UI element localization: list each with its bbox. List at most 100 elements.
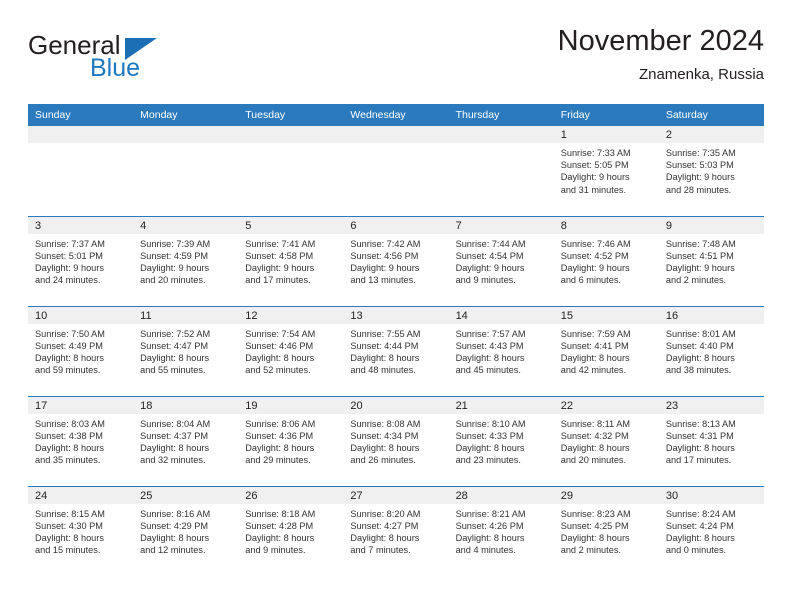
calendar-day-cell[interactable] <box>133 126 239 216</box>
daylight-text-line2: and 2 minutes. <box>665 275 727 286</box>
calendar-day-cell[interactable]: 13 Sunrise: 7:55 AM Sunset: 4:44 PM Dayligh… <box>343 305 449 396</box>
day-details: Sunrise: 8:21 AM Sunset: 4:26 PM Daylight:… <box>449 504 554 557</box>
calendar-day-cell[interactable]: 24 Sunrise: 8:15 AM Sunset: 4:30 PM Dayligh… <box>28 485 134 576</box>
calendar-day-cell[interactable]: 11 Sunrise: 7:52 AM Sunset: 4:47 PM Dayligh… <box>133 305 239 396</box>
daylight-text-line2: and 26 minutes. <box>350 455 416 466</box>
day-cell-inner <box>28 126 134 215</box>
daylight-text-line1: Daylight: 8 hours <box>665 532 735 543</box>
sunset-text: Sunset: 4:47 PM <box>140 340 209 351</box>
calendar-day-cell[interactable]: 1 Sunrise: 7:33 AM Sunset: 5:05 PM Daylight… <box>553 126 659 216</box>
calendar-day-cell[interactable]: 30 Sunrise: 8:24 AM Sunset: 4:24 PM Dayligh… <box>658 485 764 576</box>
calendar-day-cell[interactable]: 6 Sunrise: 7:42 AM Sunset: 4:56 PM Daylight… <box>343 215 449 306</box>
sunrise-text: Sunrise: 7:54 AM <box>245 328 316 339</box>
calendar-day-cell[interactable]: 29 Sunrise: 8:23 AM Sunset: 4:25 PM Dayligh… <box>553 485 659 576</box>
calendar-day-cell[interactable]: 2 Sunrise: 7:35 AM Sunset: 5:03 PM Daylight… <box>658 126 764 216</box>
sunset-text: Sunset: 5:05 PM <box>560 160 629 171</box>
calendar-day-cell[interactable]: 10 Sunrise: 7:50 AM Sunset: 4:49 PM Dayligh… <box>28 305 134 396</box>
calendar-day-cell[interactable] <box>28 126 134 216</box>
calendar-day-cell[interactable]: 3 Sunrise: 7:37 AM Sunset: 5:01 PM Daylight… <box>28 215 134 306</box>
daylight-text-line1: Daylight: 9 hours <box>560 172 630 183</box>
day-number: 20 <box>343 396 449 414</box>
weekday-header-thursday: Thursday <box>448 104 554 126</box>
day-number: 9 <box>658 216 764 234</box>
calendar-day-cell[interactable]: 12 Sunrise: 7:54 AM Sunset: 4:46 PM Dayligh… <box>238 305 344 396</box>
day-cell-inner: 13 Sunrise: 7:55 AM Sunset: 4:44 PM Dayligh… <box>343 306 449 396</box>
daylight-text-line2: and 13 minutes. <box>350 275 416 286</box>
general-blue-logo: General Blue <box>28 30 208 86</box>
calendar-day-cell[interactable]: 27 Sunrise: 8:20 AM Sunset: 4:27 PM Dayligh… <box>343 485 449 576</box>
calendar-day-cell[interactable]: 22 Sunrise: 8:11 AM Sunset: 4:32 PM Dayligh… <box>553 395 659 486</box>
sunrise-text: Sunrise: 8:24 AM <box>665 508 736 519</box>
calendar-day-cell[interactable]: 16 Sunrise: 8:01 AM Sunset: 4:40 PM Dayligh… <box>658 305 764 396</box>
sunset-text: Sunset: 4:56 PM <box>350 250 419 261</box>
day-details: Sunrise: 8:15 AM Sunset: 4:30 PM Daylight:… <box>28 504 133 557</box>
calendar-day-cell[interactable]: 18 Sunrise: 8:04 AM Sunset: 4:37 PM Dayligh… <box>133 395 239 486</box>
calendar-day-cell[interactable]: 9 Sunrise: 7:48 AM Sunset: 4:51 PM Daylight… <box>658 215 764 306</box>
daylight-text-line2: and 23 minutes. <box>455 455 521 466</box>
calendar-day-cell[interactable]: 20 Sunrise: 8:08 AM Sunset: 4:34 PM Dayligh… <box>343 395 449 486</box>
calendar-day-cell[interactable]: 7 Sunrise: 7:44 AM Sunset: 4:54 PM Daylight… <box>448 215 554 306</box>
sunrise-text: Sunrise: 7:48 AM <box>665 238 736 249</box>
calendar-day-cell[interactable]: 21 Sunrise: 8:10 AM Sunset: 4:33 PM Dayligh… <box>448 395 554 486</box>
day-details: Sunrise: 7:48 AM Sunset: 4:51 PM Daylight:… <box>659 234 764 287</box>
day-details: Sunrise: 7:35 AM Sunset: 5:03 PM Daylight:… <box>659 143 764 196</box>
daylight-text-line1: Daylight: 8 hours <box>350 532 420 543</box>
weekday-header-row: Sunday Monday Tuesday Wednesday Thursday… <box>28 104 764 126</box>
sunset-text: Sunset: 4:30 PM <box>35 520 103 531</box>
calendar-day-cell[interactable]: 17 Sunrise: 8:03 AM Sunset: 4:38 PM Dayligh… <box>28 395 134 486</box>
daylight-text-line2: and 2 minutes. <box>560 545 621 556</box>
weekday-header-monday: Monday <box>133 104 239 126</box>
calendar-day-cell[interactable] <box>448 126 554 216</box>
calendar-day-cell[interactable]: 14 Sunrise: 7:57 AM Sunset: 4:43 PM Dayligh… <box>448 305 554 396</box>
daylight-text-line1: Daylight: 9 hours <box>140 262 210 273</box>
daylight-text-line2: and 7 minutes. <box>350 545 411 556</box>
calendar-week-row: 24 Sunrise: 8:15 AM Sunset: 4:30 PM Dayligh… <box>28 485 764 576</box>
sunrise-text: Sunrise: 7:46 AM <box>560 238 631 249</box>
calendar-day-cell[interactable]: 19 Sunrise: 8:06 AM Sunset: 4:36 PM Dayligh… <box>238 395 344 486</box>
daylight-text-line1: Daylight: 8 hours <box>455 352 525 363</box>
sunrise-text: Sunrise: 7:33 AM <box>560 148 631 158</box>
daylight-text-line2: and 17 minutes. <box>665 455 732 466</box>
calendar-day-cell[interactable]: 23 Sunrise: 8:13 AM Sunset: 4:31 PM Dayligh… <box>658 395 764 486</box>
sunrise-text: Sunrise: 7:41 AM <box>245 238 316 249</box>
calendar-day-cell[interactable]: 5 Sunrise: 7:41 AM Sunset: 4:58 PM Daylight… <box>238 215 344 306</box>
calendar-day-cell[interactable]: 28 Sunrise: 8:21 AM Sunset: 4:26 PM Dayligh… <box>448 485 554 576</box>
day-cell-inner: 24 Sunrise: 8:15 AM Sunset: 4:30 PM Dayligh… <box>28 486 134 576</box>
day-number: 2 <box>658 126 764 143</box>
calendar-day-cell[interactable] <box>238 126 344 216</box>
day-details: Sunrise: 8:03 AM Sunset: 4:38 PM Daylight:… <box>28 414 133 467</box>
daylight-text-line2: and 6 minutes. <box>560 275 621 286</box>
daylight-text-line2: and 4 minutes. <box>455 545 516 556</box>
day-cell-inner: 16 Sunrise: 8:01 AM Sunset: 4:40 PM Dayligh… <box>658 306 764 396</box>
day-number: 19 <box>238 396 344 414</box>
day-cell-inner: 27 Sunrise: 8:20 AM Sunset: 4:27 PM Dayligh… <box>343 486 449 576</box>
calendar-day-cell[interactable]: 4 Sunrise: 7:39 AM Sunset: 4:59 PM Daylight… <box>133 215 239 306</box>
sunset-text: Sunset: 4:27 PM <box>350 520 419 531</box>
sunrise-text: Sunrise: 7:52 AM <box>140 328 211 339</box>
day-cell-inner: 30 Sunrise: 8:24 AM Sunset: 4:24 PM Dayligh… <box>658 486 764 576</box>
sunset-text: Sunset: 4:29 PM <box>140 520 209 531</box>
sunrise-text: Sunrise: 8:01 AM <box>665 328 736 339</box>
daylight-text-line1: Daylight: 8 hours <box>350 352 420 363</box>
sunrise-text: Sunrise: 7:42 AM <box>350 238 421 249</box>
day-details: Sunrise: 7:46 AM Sunset: 4:52 PM Daylight:… <box>554 234 659 287</box>
day-cell-inner <box>133 126 239 215</box>
calendar-day-cell[interactable]: 25 Sunrise: 8:16 AM Sunset: 4:29 PM Dayligh… <box>133 485 239 576</box>
daylight-text-line1: Daylight: 8 hours <box>560 532 630 543</box>
daylight-text-line1: Daylight: 9 hours <box>665 262 735 273</box>
sunset-text: Sunset: 5:03 PM <box>665 160 734 171</box>
day-cell-inner: 9 Sunrise: 7:48 AM Sunset: 4:51 PM Daylight… <box>658 216 764 306</box>
calendar-day-cell[interactable] <box>343 126 449 216</box>
sunset-text: Sunset: 4:59 PM <box>140 250 209 261</box>
daylight-text-line1: Daylight: 8 hours <box>245 442 315 453</box>
calendar-day-cell[interactable]: 26 Sunrise: 8:18 AM Sunset: 4:28 PM Dayligh… <box>238 485 344 576</box>
calendar-day-cell[interactable]: 15 Sunrise: 7:59 AM Sunset: 4:41 PM Dayligh… <box>553 305 659 396</box>
day-cell-inner: 26 Sunrise: 8:18 AM Sunset: 4:28 PM Dayligh… <box>238 486 344 576</box>
calendar-day-cell[interactable]: 8 Sunrise: 7:46 AM Sunset: 4:52 PM Daylight… <box>553 215 659 306</box>
daylight-text-line2: and 35 minutes. <box>35 455 101 466</box>
day-number: 29 <box>553 486 659 504</box>
day-cell-inner: 14 Sunrise: 7:57 AM Sunset: 4:43 PM Dayligh… <box>448 306 554 396</box>
sunrise-text: Sunrise: 8:03 AM <box>35 418 105 429</box>
day-cell-inner: 8 Sunrise: 7:46 AM Sunset: 4:52 PM Daylight… <box>553 216 659 306</box>
day-number: 23 <box>658 396 764 414</box>
